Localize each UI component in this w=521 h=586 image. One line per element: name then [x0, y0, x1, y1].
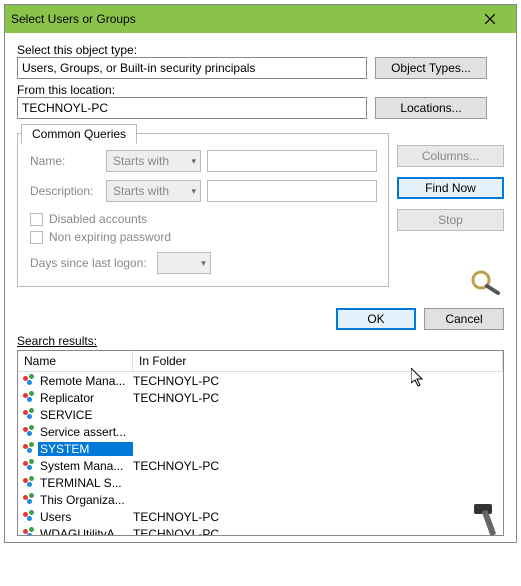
group-icon	[22, 374, 38, 388]
result-name: This Organiza...	[38, 493, 133, 507]
close-icon	[485, 14, 495, 24]
group-icon	[22, 527, 38, 537]
result-name: SYSTEM	[38, 442, 133, 456]
stop-button: Stop	[397, 209, 504, 231]
group-icon	[22, 493, 38, 507]
result-name: Service assert...	[38, 425, 133, 439]
queries-section: Common Queries Name: Starts with▾ Descri…	[17, 123, 504, 298]
column-name[interactable]: Name	[18, 351, 133, 371]
result-row[interactable]: Service assert...	[18, 423, 503, 440]
results-header: Name In Folder	[18, 351, 503, 372]
result-name: Remote Mana...	[38, 374, 133, 388]
chevron-down-icon: ▾	[191, 186, 196, 197]
result-name: TERMINAL S...	[38, 476, 133, 490]
search-results-label: Search results:	[17, 334, 504, 348]
description-input	[207, 180, 377, 202]
result-name: Users	[38, 510, 133, 524]
object-type-section: Select this object type: Users, Groups, …	[17, 43, 504, 79]
name-label: Name:	[30, 154, 100, 168]
result-name: System Mana...	[38, 459, 133, 473]
object-type-field[interactable]: Users, Groups, or Built-in security prin…	[17, 57, 367, 79]
result-row[interactable]: TERMINAL S...	[18, 474, 503, 491]
name-operator-dropdown: Starts with▾	[106, 150, 201, 172]
group-icon	[22, 391, 38, 405]
result-row[interactable]: ReplicatorTECHNOYL-PC	[18, 389, 503, 406]
location-label: From this location:	[17, 83, 504, 97]
group-icon	[22, 476, 38, 490]
name-input	[207, 150, 377, 172]
column-folder[interactable]: In Folder	[133, 351, 503, 371]
magnifier-icon	[470, 241, 504, 298]
result-row[interactable]: System Mana...TECHNOYL-PC	[18, 457, 503, 474]
object-types-button[interactable]: Object Types...	[375, 57, 487, 79]
checkbox-icon	[30, 213, 43, 226]
find-now-button[interactable]: Find Now	[397, 177, 504, 199]
result-row[interactable]: SYSTEM	[18, 440, 503, 457]
cancel-button[interactable]: Cancel	[424, 308, 504, 330]
result-folder: TECHNOYL-PC	[133, 510, 503, 524]
description-label: Description:	[30, 184, 100, 198]
result-row[interactable]: This Organiza...	[18, 491, 503, 508]
group-icon	[22, 425, 38, 439]
result-name: SERVICE	[38, 408, 133, 422]
days-since-logon-label: Days since last logon:	[30, 256, 147, 270]
title-bar: Select Users or Groups	[5, 5, 516, 33]
locations-button[interactable]: Locations...	[375, 97, 487, 119]
description-operator-dropdown: Starts with▾	[106, 180, 201, 202]
result-folder: TECHNOYL-PC	[133, 459, 503, 473]
result-row[interactable]: UsersTECHNOYL-PC	[18, 508, 503, 525]
side-buttons: Columns... Find Now Stop	[397, 125, 504, 298]
days-dropdown: ▾	[157, 252, 211, 274]
window-title: Select Users or Groups	[11, 12, 470, 26]
dialog-window: Select Users or Groups Select this objec…	[4, 4, 517, 543]
columns-button: Columns...	[397, 145, 504, 167]
group-icon	[22, 459, 38, 473]
dialog-body: Select this object type: Users, Groups, …	[5, 33, 516, 542]
non-expiring-password-checkbox: Non expiring password	[30, 230, 376, 244]
location-field[interactable]: TECHNOYL-PC	[17, 97, 367, 119]
result-row[interactable]: SERVICE	[18, 406, 503, 423]
tab-common-queries[interactable]: Common Queries	[21, 124, 137, 144]
location-section: From this location: TECHNOYL-PC Location…	[17, 83, 504, 119]
result-row[interactable]: Remote Mana...TECHNOYL-PC	[18, 372, 503, 389]
chevron-down-icon: ▾	[191, 156, 196, 167]
group-icon	[22, 408, 38, 422]
dialog-buttons: OK Cancel	[17, 308, 504, 330]
result-folder: TECHNOYL-PC	[133, 527, 503, 537]
disabled-accounts-checkbox: Disabled accounts	[30, 212, 376, 226]
result-name: Replicator	[38, 391, 133, 405]
group-icon	[22, 442, 38, 456]
result-folder: TECHNOYL-PC	[133, 374, 503, 388]
chevron-down-icon: ▾	[201, 258, 206, 269]
checkbox-icon	[30, 231, 43, 244]
group-icon	[22, 510, 38, 524]
hammer-icon	[470, 500, 510, 540]
result-row[interactable]: WDAGUtilityA...TECHNOYL-PC	[18, 525, 503, 536]
queries-panel: Name: Starts with▾ Description: Starts w…	[17, 133, 389, 287]
result-name: WDAGUtilityA...	[38, 527, 133, 537]
results-list[interactable]: Name In Folder Remote Mana...TECHNOYL-PC…	[17, 350, 504, 536]
result-folder: TECHNOYL-PC	[133, 391, 503, 405]
ok-button[interactable]: OK	[336, 308, 416, 330]
object-type-label: Select this object type:	[17, 43, 504, 57]
close-button[interactable]	[470, 8, 510, 30]
